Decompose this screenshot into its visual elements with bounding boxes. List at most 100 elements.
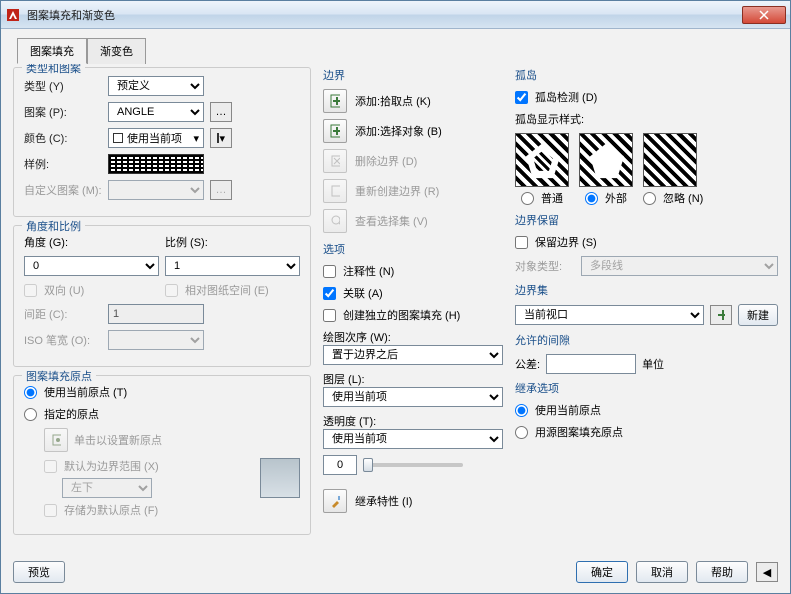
- group-angle-scale: 角度和比例 角度 (G): 比例 (S): 0 1 双向 (U) 相对图纸空间 …: [13, 225, 311, 367]
- transparency-num[interactable]: [323, 455, 357, 475]
- island-outer-radio[interactable]: 外部: [579, 190, 633, 206]
- none-icon: [217, 133, 219, 143]
- boundary-retain-title: 边界保留: [515, 212, 778, 228]
- slider-thumb[interactable]: [363, 458, 373, 472]
- inherit-props-label: 继承特性 (I): [355, 493, 412, 509]
- island-detect-checkbox[interactable]: 孤岛检测 (D): [515, 89, 778, 105]
- tab-gradient[interactable]: 渐变色: [87, 38, 146, 64]
- add-pick-button[interactable]: [323, 89, 347, 113]
- inherit-props-button[interactable]: [323, 489, 347, 513]
- window-title: 图案填充和渐变色: [27, 7, 742, 23]
- add-pick-label: 添加:拾取点 (K): [355, 93, 431, 109]
- relative-checkbox: 相对图纸空间 (E): [165, 282, 300, 298]
- target-icon: [51, 433, 61, 447]
- new-boundaryset-button[interactable]: 新建: [738, 304, 778, 326]
- custom-label: 自定义图案 (M):: [24, 182, 102, 198]
- draworder-label: 绘图次序 (W):: [323, 332, 391, 344]
- color-label: 颜色 (C):: [24, 130, 102, 146]
- draworder-select[interactable]: 置于边界之后: [323, 345, 503, 365]
- island-ignore-preview[interactable]: [643, 133, 697, 187]
- plus-select-icon: [330, 124, 340, 138]
- tab-hatch[interactable]: 图案填充: [17, 38, 87, 64]
- tolerance-input[interactable]: [546, 354, 636, 374]
- cancel-button[interactable]: 取消: [636, 561, 688, 583]
- group-type-pattern: 类型和图案 类型 (Y) 预定义 图案 (P): ANGLE … 颜色 (C):: [13, 67, 311, 217]
- inherit-opt-title: 继承选项: [515, 380, 778, 396]
- view-selection-label: 查看选择集 (V): [355, 213, 428, 229]
- middle-column: 边界 添加:拾取点 (K) 添加:选择对象 (B) 删除边界 (D) 重新创建边…: [323, 67, 503, 543]
- iso-label: ISO 笔宽 (O):: [24, 332, 102, 348]
- plus-icon: [717, 309, 725, 321]
- tab-strip: 图案填充 渐变色: [17, 37, 778, 63]
- options-title: 选项: [323, 241, 503, 257]
- add-select-button[interactable]: [323, 119, 347, 143]
- custom-browse-button: …: [210, 180, 232, 200]
- transparency-select[interactable]: 使用当前项: [323, 429, 503, 449]
- recreate-icon: [330, 184, 340, 198]
- close-button[interactable]: [742, 6, 786, 24]
- preview-button[interactable]: 预览: [13, 561, 65, 583]
- spacing-label: 间距 (C):: [24, 306, 102, 322]
- store-default-checkbox: 存储为默认原点 (F): [44, 502, 254, 518]
- delete-bounds-label: 删除边界 (D): [355, 153, 417, 169]
- objtype-select: 多段线: [581, 256, 778, 276]
- unit-label: 单位: [642, 356, 664, 372]
- default-bounds-checkbox: 默认为边界范围 (X): [44, 458, 254, 474]
- scale-select[interactable]: 1: [165, 256, 300, 276]
- delete-bounds-button: [323, 149, 347, 173]
- set-origin-button: [44, 428, 68, 452]
- double-checkbox: 双向 (U): [24, 282, 159, 298]
- islands-title: 孤岛: [515, 67, 778, 83]
- left-column: 类型和图案 类型 (Y) 预定义 图案 (P): ANGLE … 颜色 (C):: [13, 67, 311, 543]
- color-select[interactable]: 使用当前项 ▾: [108, 128, 204, 148]
- angle-label: 角度 (G):: [24, 237, 68, 249]
- dialog-window: 图案填充和渐变色 图案填充 渐变色 类型和图案 类型 (Y) 预定义 图案 (P…: [0, 0, 791, 594]
- type-select[interactable]: 预定义: [108, 76, 204, 96]
- magnifier-icon: [330, 214, 340, 228]
- angle-select[interactable]: 0: [24, 256, 159, 276]
- island-outer-preview[interactable]: [579, 133, 633, 187]
- associative-checkbox[interactable]: 关联 (A): [323, 285, 503, 301]
- layer-select[interactable]: 使用当前项: [323, 387, 503, 407]
- sample-label: 样例:: [24, 156, 102, 172]
- origin-pos-select: 左下: [62, 478, 152, 498]
- ok-button[interactable]: 确定: [576, 561, 628, 583]
- bg-color-button[interactable]: ▾: [210, 128, 232, 148]
- pattern-browse-button[interactable]: …: [210, 102, 232, 122]
- app-icon: [5, 7, 21, 23]
- color-swatch-icon: [113, 133, 123, 143]
- type-label: 类型 (Y): [24, 78, 102, 94]
- origin-specified-radio[interactable]: 指定的原点: [24, 406, 300, 422]
- boundaryset-select[interactable]: 当前视口: [515, 305, 704, 325]
- group-title: 图案填充原点: [22, 368, 96, 384]
- gap-title: 允许的间隙: [515, 332, 778, 348]
- retain-boundary-checkbox[interactable]: 保留边界 (S): [515, 234, 778, 250]
- scale-label: 比例 (S):: [165, 237, 208, 249]
- right-column: 孤岛 孤岛检测 (D) 孤岛显示样式: 普通 外部 忽略 (N) 边界保留 保留…: [515, 67, 778, 543]
- pattern-select[interactable]: ANGLE: [108, 102, 204, 122]
- independent-checkbox[interactable]: 创建独立的图案填充 (H): [323, 307, 503, 323]
- plus-icon: [330, 94, 340, 108]
- transparency-label: 透明度 (T):: [323, 416, 376, 428]
- transparency-slider[interactable]: [363, 463, 463, 467]
- pattern-label: 图案 (P):: [24, 104, 102, 120]
- titlebar: 图案填充和渐变色: [1, 1, 790, 29]
- close-icon: [759, 10, 769, 20]
- group-origin: 图案填充原点 使用当前原点 (T) 指定的原点 单击以设置新原点 默认为边界范围…: [13, 375, 311, 535]
- view-selection-button: [323, 209, 347, 233]
- annotative-checkbox[interactable]: 注释性 (N): [323, 263, 503, 279]
- origin-current-radio[interactable]: 使用当前原点 (T): [24, 384, 300, 400]
- inherit-source-radio[interactable]: 用源图案填充原点: [515, 424, 778, 440]
- inherit-current-radio[interactable]: 使用当前原点: [515, 402, 778, 418]
- island-normal-preview[interactable]: [515, 133, 569, 187]
- new-boundaryset-icon-button[interactable]: [710, 305, 732, 325]
- island-normal-radio[interactable]: 普通: [515, 190, 569, 206]
- add-select-label: 添加:选择对象 (B): [355, 123, 442, 139]
- island-ignore-radio[interactable]: 忽略 (N): [643, 190, 703, 206]
- collapse-button[interactable]: ◀: [756, 562, 778, 582]
- pattern-preview[interactable]: [108, 154, 204, 174]
- group-title: 角度和比例: [22, 218, 85, 234]
- dialog-footer: 预览 确定 取消 帮助 ◀: [13, 561, 778, 583]
- help-button[interactable]: 帮助: [696, 561, 748, 583]
- chevron-left-icon: ◀: [763, 566, 771, 579]
